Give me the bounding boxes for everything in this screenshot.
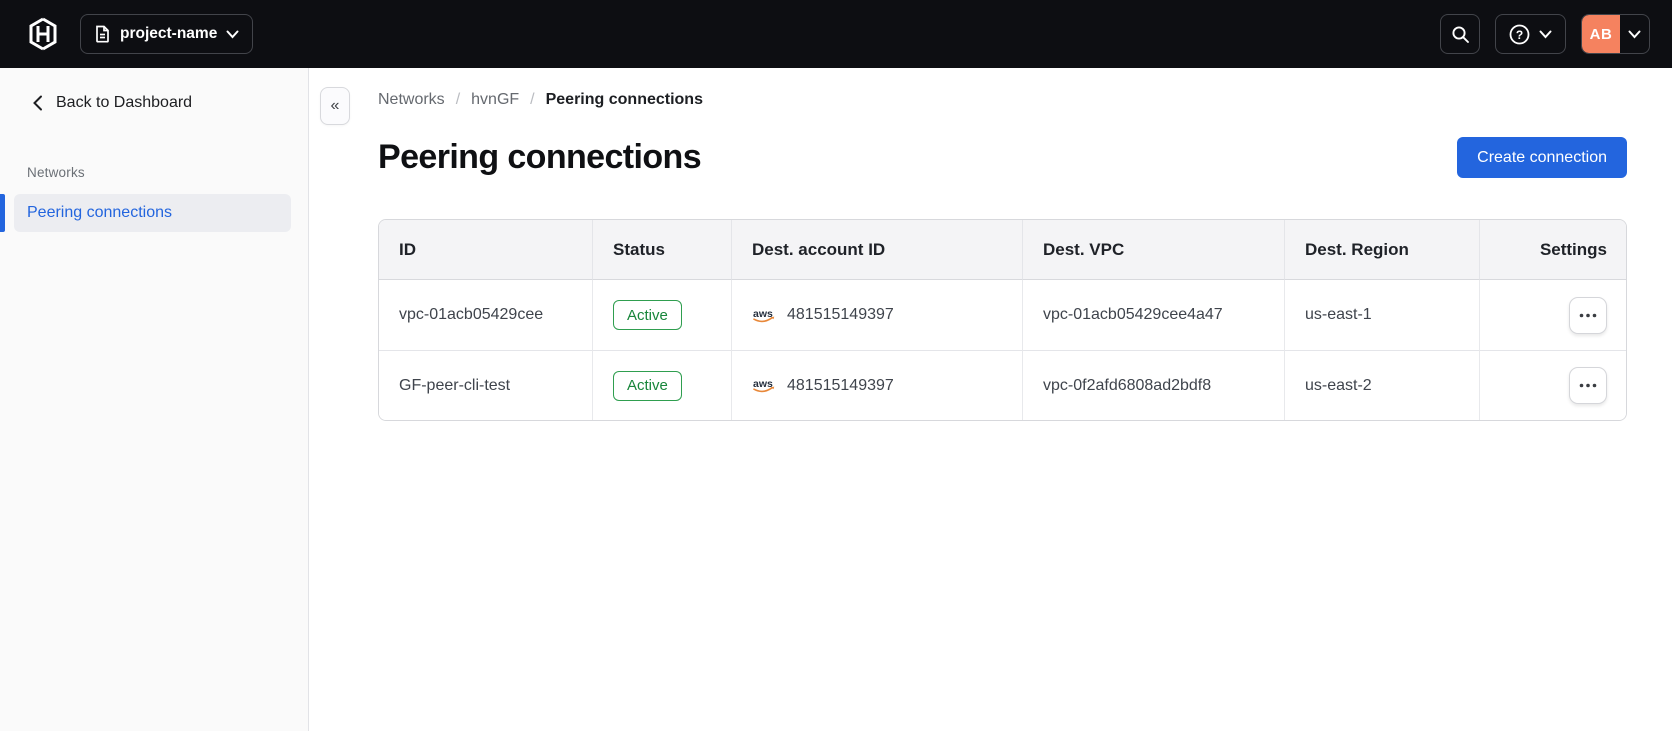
row-actions-button[interactable] xyxy=(1569,296,1607,334)
networks-section-label: Networks xyxy=(27,165,85,180)
main-content: Networks / hvnGF / Peering connections P… xyxy=(309,68,1672,731)
breadcrumb-link-hvngf[interactable]: hvnGF xyxy=(471,91,519,109)
document-icon xyxy=(96,25,109,43)
sidebar-collapse-button[interactable]: « xyxy=(320,87,350,125)
cell-dest-account-id: aws 481515149397 xyxy=(732,280,1023,350)
cell-status: Active xyxy=(593,280,732,350)
column-header-id: ID xyxy=(379,220,593,280)
search-button[interactable] xyxy=(1440,14,1480,54)
chevron-down-icon xyxy=(226,30,239,38)
breadcrumb-separator: / xyxy=(530,90,535,108)
aws-icon: aws xyxy=(753,378,775,393)
create-connection-button[interactable]: Create connection xyxy=(1457,137,1627,178)
ellipsis-icon xyxy=(1579,383,1597,388)
sidebar-item-label: Peering connections xyxy=(27,204,172,221)
aws-icon: aws xyxy=(753,308,775,322)
project-switcher-label: project-name xyxy=(120,25,218,42)
help-icon: ? xyxy=(1509,24,1530,44)
back-to-dashboard-label: Back to Dashboard xyxy=(56,94,193,111)
chevron-down-icon xyxy=(1539,30,1552,38)
cell-dest-vpc: vpc-0f2afd6808ad2bdf8 xyxy=(1023,350,1285,420)
hashicorp-logo-icon xyxy=(29,17,57,51)
column-header-dest-account-id: Dest. account ID xyxy=(732,220,1023,280)
status-badge: Active xyxy=(613,300,682,330)
cell-dest-region: us-east-1 xyxy=(1285,280,1480,350)
table-row: GF-peer-cli-test Active aws 481515149397… xyxy=(379,350,1626,420)
ellipsis-icon xyxy=(1579,313,1597,317)
breadcrumb: Networks / hvnGF / Peering connections xyxy=(378,88,1627,111)
breadcrumb-current: Peering connections xyxy=(545,90,703,108)
cell-status: Active xyxy=(593,350,732,420)
breadcrumb-link-networks[interactable]: Networks xyxy=(378,91,445,109)
status-badge: Active xyxy=(613,370,682,401)
breadcrumb-separator: / xyxy=(455,90,461,108)
help-menu-button[interactable]: ? xyxy=(1495,14,1566,54)
page-title: Peering connections xyxy=(378,138,702,176)
table-header-row: ID Status Dest. account ID Dest. VPC Des… xyxy=(379,220,1626,280)
column-header-dest-vpc: Dest. VPC xyxy=(1023,220,1285,280)
dest-account-id-value: 481515149397 xyxy=(787,376,894,394)
column-header-settings: Settings xyxy=(1480,220,1626,280)
cell-id: vpc-01acb05429cee xyxy=(379,280,593,350)
table-row: vpc-01acb05429cee Active aws 48151514939… xyxy=(379,280,1626,350)
column-header-dest-region: Dest. Region xyxy=(1285,220,1480,280)
user-avatar: AB xyxy=(1582,15,1620,53)
active-item-indicator xyxy=(0,194,5,232)
chevron-down-icon xyxy=(1628,30,1641,38)
back-to-dashboard-link[interactable]: Back to Dashboard xyxy=(0,88,308,118)
user-menu-button[interactable]: AB xyxy=(1581,14,1650,54)
cell-settings xyxy=(1480,350,1626,420)
collapse-icon: « xyxy=(330,97,340,114)
app-frame: Back to Dashboard Networks Peering conne… xyxy=(0,68,1672,731)
svg-text:?: ? xyxy=(1516,28,1523,42)
row-actions-button[interactable] xyxy=(1569,367,1607,404)
search-icon xyxy=(1451,25,1469,43)
sidebar: Back to Dashboard Networks Peering conne… xyxy=(0,68,309,731)
project-switcher-button[interactable]: project-name xyxy=(80,14,254,54)
cell-dest-region: us-east-2 xyxy=(1285,350,1480,420)
column-header-status: Status xyxy=(593,220,732,280)
cell-settings xyxy=(1480,280,1626,350)
dest-account-id-value: 481515149397 xyxy=(787,306,894,323)
chevron-left-icon xyxy=(33,95,42,111)
cell-dest-account-id: aws 481515149397 xyxy=(732,350,1023,420)
cell-dest-vpc: vpc-01acb05429cee4a47 xyxy=(1023,280,1285,350)
cell-id: GF-peer-cli-test xyxy=(379,350,593,420)
hashicorp-logo[interactable] xyxy=(28,17,58,51)
peering-connections-table: ID Status Dest. account ID Dest. VPC Des… xyxy=(378,219,1627,421)
sidebar-item-peering-connections[interactable]: Peering connections xyxy=(0,194,291,232)
topbar: project-name ? AB xyxy=(0,0,1672,68)
